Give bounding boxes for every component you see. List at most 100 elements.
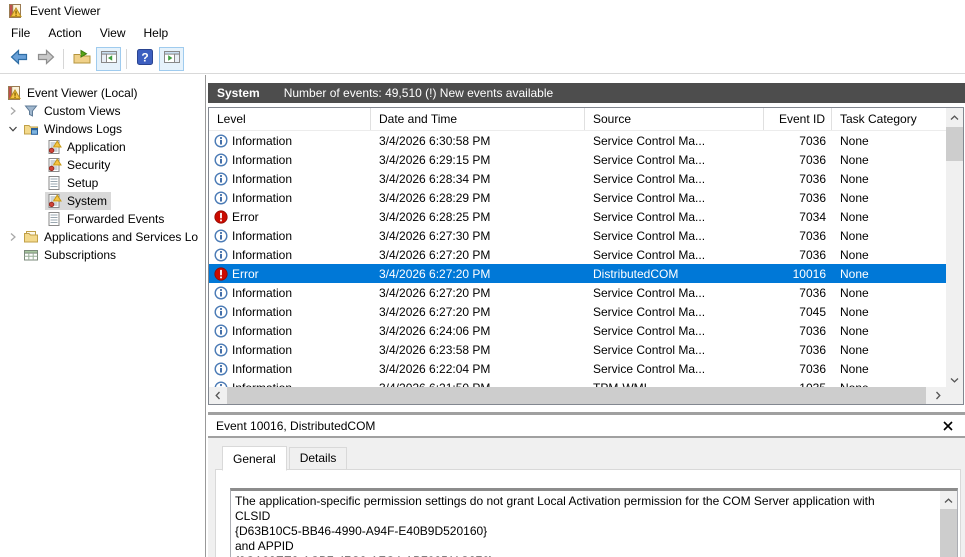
table-row[interactable]: Information 3/4/2026 6:28:34 PM Service … xyxy=(209,169,946,188)
column-header[interactable]: Task Category xyxy=(832,108,946,130)
scroll-right-button[interactable] xyxy=(929,387,946,404)
window-title: Event Viewer xyxy=(30,4,101,18)
source-cell: Service Control Ma... xyxy=(593,361,706,376)
level-text: Information xyxy=(232,190,293,205)
tree-item-label: Application xyxy=(67,140,126,154)
tree-item[interactable]: Setup xyxy=(0,174,205,192)
level-text: Information xyxy=(232,342,293,357)
level-icon xyxy=(214,133,228,148)
table-row[interactable]: Error 3/4/2026 6:28:25 PM Service Contro… xyxy=(209,207,946,226)
table-row[interactable]: Information 3/4/2026 6:22:04 PM Service … xyxy=(209,359,946,378)
menu-item[interactable]: Action xyxy=(39,22,90,44)
column-header[interactable]: Level xyxy=(209,108,371,130)
level-icon xyxy=(214,228,228,243)
menu-item[interactable]: Help xyxy=(135,22,178,44)
tree-item[interactable]: Application xyxy=(0,138,205,156)
event-id-cell: 7034 xyxy=(799,209,826,224)
tree-item-label: System xyxy=(67,194,108,208)
source-cell: Service Control Ma... xyxy=(593,133,706,148)
datetime-cell: 3/4/2026 6:27:20 PM xyxy=(379,247,491,262)
preview-tabs: General Details xyxy=(222,446,349,471)
tab-general[interactable]: General xyxy=(222,446,287,471)
toggle-console-tree-button[interactable] xyxy=(96,46,121,71)
close-icon xyxy=(943,420,953,434)
level-icon xyxy=(214,304,228,319)
task-category-cell: None xyxy=(840,171,869,186)
close-preview-button[interactable] xyxy=(941,420,955,434)
task-category-cell: None xyxy=(840,209,869,224)
chevron-right-icon xyxy=(935,389,941,403)
event-id-cell: 7036 xyxy=(799,152,826,167)
tree-item[interactable]: Forwarded Events xyxy=(0,210,205,228)
task-category-cell: None xyxy=(840,342,869,357)
tree-item-label: Subscriptions xyxy=(44,248,117,262)
tree-item[interactable]: Applications and Services Lo xyxy=(0,228,205,246)
message-scrollbar[interactable] xyxy=(940,491,957,557)
scroll-down-button[interactable] xyxy=(946,370,963,387)
back-button[interactable] xyxy=(6,47,31,71)
table-row[interactable]: Information 3/4/2026 6:24:06 PM Service … xyxy=(209,321,946,340)
source-cell: TPM-WMI xyxy=(585,378,764,388)
forward-button[interactable] xyxy=(33,47,58,71)
tree-item[interactable]: Custom Views xyxy=(0,102,205,120)
datetime-cell: 3/4/2026 6:28:25 PM xyxy=(379,209,491,224)
tree-item-icon xyxy=(46,193,62,209)
table-row[interactable]: Information 3/4/2026 6:27:20 PM Service … xyxy=(209,302,946,321)
menu-item[interactable]: View xyxy=(91,22,135,44)
table-row[interactable]: Information 3/4/2026 6:21:50 PM TPM-WMI … xyxy=(209,378,946,387)
help-button[interactable]: ? xyxy=(132,47,157,71)
event-id-cell: 7036 xyxy=(799,323,826,338)
tree-item-icon xyxy=(23,103,39,119)
datetime-cell: 3/4/2026 6:29:15 PM xyxy=(379,152,491,167)
horizontal-scroll-thumb[interactable] xyxy=(227,387,926,404)
chevron-down-icon xyxy=(950,372,959,386)
table-row[interactable]: Information 3/4/2026 6:23:58 PM Service … xyxy=(209,340,946,359)
tree-item[interactable]: System xyxy=(0,192,205,210)
source-cell: Service Control Ma... xyxy=(593,209,706,224)
toolbar-separator xyxy=(126,48,127,69)
table-row[interactable]: Information 3/4/2026 6:27:20 PM Service … xyxy=(209,245,946,264)
column-header[interactable]: Event ID xyxy=(764,108,832,130)
expander-icon[interactable] xyxy=(4,106,22,116)
open-saved-log-icon xyxy=(72,47,92,70)
column-header[interactable]: Source xyxy=(585,108,764,130)
column-header[interactable]: Date and Time xyxy=(371,108,585,130)
expander-icon[interactable] xyxy=(4,125,22,133)
action-pane-icon xyxy=(162,47,182,70)
scroll-up-button[interactable] xyxy=(946,108,963,125)
expander-icon[interactable] xyxy=(4,232,22,242)
tab-details[interactable]: Details xyxy=(288,447,348,470)
message-scroll-up-button[interactable] xyxy=(940,491,957,508)
datetime-cell: 3/4/2026 6:30:58 PM xyxy=(379,133,491,148)
horizontal-scrollbar[interactable] xyxy=(209,387,946,404)
table-row[interactable]: Information 3/4/2026 6:30:58 PM Service … xyxy=(209,131,946,150)
table-row[interactable]: Information 3/4/2026 6:28:29 PM Service … xyxy=(209,188,946,207)
open-saved-log-button[interactable] xyxy=(69,47,94,71)
table-row[interactable]: Information 3/4/2026 6:27:20 PM Service … xyxy=(209,283,946,302)
source-cell: Service Control Ma... xyxy=(593,190,706,205)
menu-item[interactable]: File xyxy=(2,22,39,44)
level-text: Error xyxy=(232,266,259,281)
event-message-text: The application-specific permission sett… xyxy=(231,491,940,557)
vertical-scrollbar[interactable] xyxy=(946,108,963,387)
forward-icon xyxy=(36,47,56,70)
tree-item[interactable]: Windows Logs xyxy=(0,120,205,138)
task-category-cell: None xyxy=(840,285,869,300)
level-text: Information xyxy=(232,247,293,262)
table-row[interactable]: Information 3/4/2026 6:29:15 PM Service … xyxy=(209,150,946,169)
help-icon: ? xyxy=(135,47,155,70)
scroll-left-button[interactable] xyxy=(209,387,226,404)
event-message-box[interactable]: The application-specific permission sett… xyxy=(230,488,958,557)
source-cell: Service Control Ma... xyxy=(593,228,706,243)
level-icon xyxy=(214,152,228,167)
message-scroll-thumb[interactable] xyxy=(940,509,957,557)
table-row[interactable]: Error 3/4/2026 6:27:20 PM DistributedCOM… xyxy=(209,264,946,283)
toggle-action-pane-button[interactable] xyxy=(159,46,184,71)
table-row[interactable]: Information 3/4/2026 6:27:30 PM Service … xyxy=(209,226,946,245)
tree-item[interactable]: Subscriptions xyxy=(0,246,205,264)
tree-item-icon xyxy=(6,85,22,101)
vertical-scroll-thumb[interactable] xyxy=(946,127,963,161)
tree-item[interactable]: Event Viewer (Local) xyxy=(0,84,205,102)
tree-item[interactable]: Security xyxy=(0,156,205,174)
table-header: Level Date and Time Source Event ID Task Cat… xyxy=(209,108,946,131)
